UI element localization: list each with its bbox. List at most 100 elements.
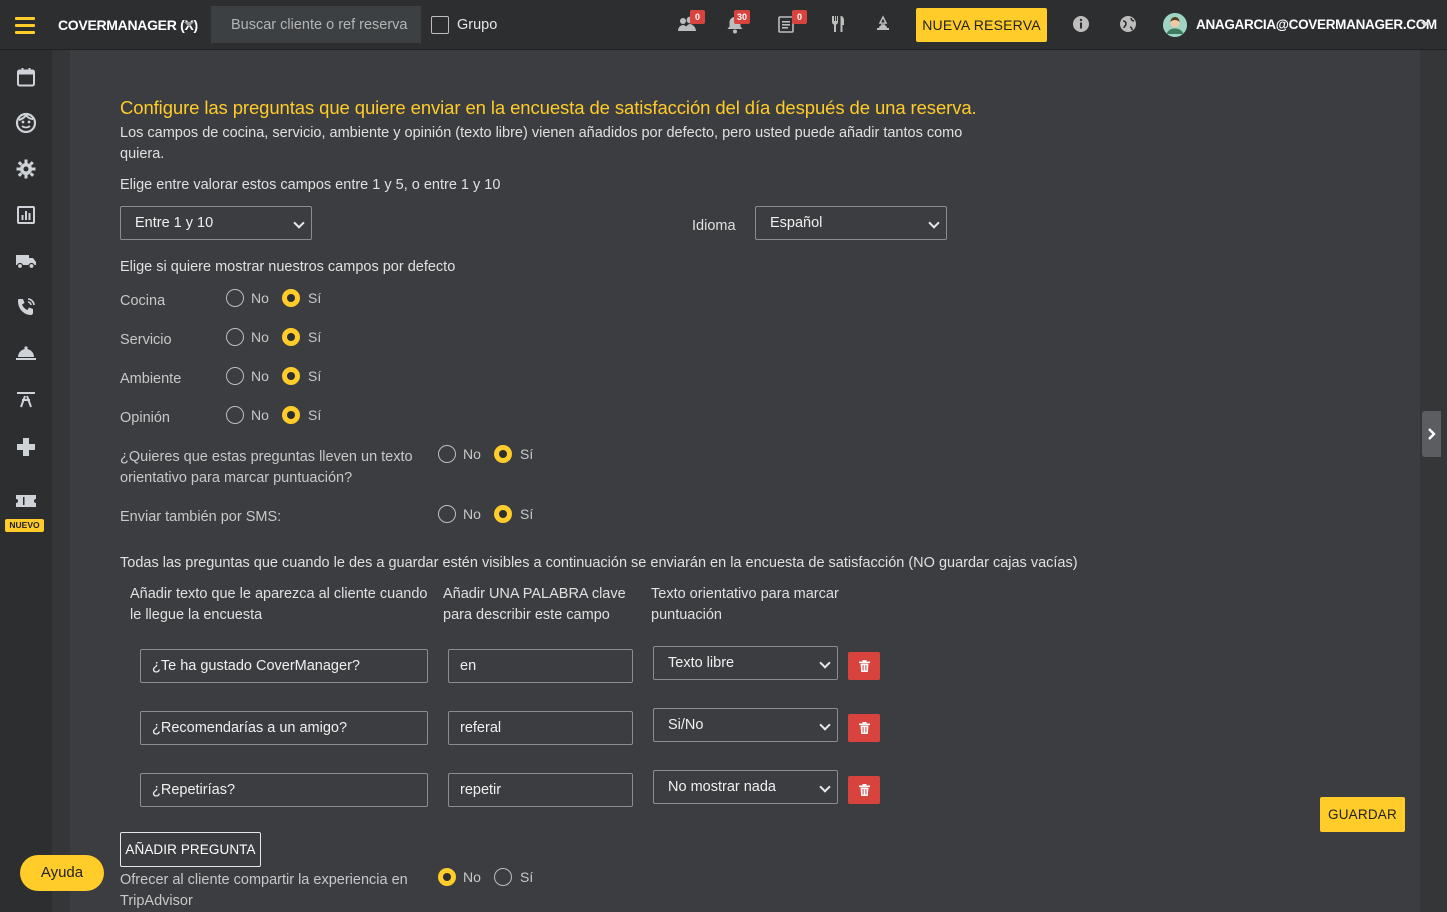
question-hint-select[interactable]: Texto libre — [653, 646, 838, 680]
chevron-down-icon[interactable] — [1421, 22, 1429, 27]
column-header-hint: puntuación — [651, 607, 722, 623]
idioma-select[interactable]: Español — [755, 206, 947, 240]
delete-question-button[interactable] — [848, 776, 880, 804]
si-label: Sí — [308, 290, 322, 306]
ticket-icon[interactable] — [14, 489, 38, 513]
rating-prompt: Elige entre valorar estos campos entre 1… — [120, 177, 501, 193]
opinion-no-radio[interactable] — [226, 406, 244, 424]
chevron-right-icon — [1427, 428, 1436, 440]
tripadvisor-label: TripAdvisor — [120, 893, 193, 909]
globe-icon[interactable] — [1117, 13, 1139, 35]
column-header-hint: Texto orientativo para marcar — [651, 586, 839, 602]
guardar-button[interactable]: GUARDAR — [1320, 797, 1405, 832]
orientative-no-radio[interactable] — [438, 445, 456, 463]
tripadvisor-si-radio[interactable] — [494, 868, 512, 886]
service-bell-icon[interactable] — [872, 13, 894, 35]
question-hint-value: No mostrar nada — [668, 779, 776, 795]
description-line: Los campos de cocina, servicio, ambiente… — [120, 125, 963, 141]
si-label: Sí — [520, 506, 534, 522]
gear-icon[interactable] — [14, 157, 38, 181]
sidebar: NUEVO — [0, 50, 52, 912]
expand-panel-tab[interactable] — [1422, 411, 1441, 457]
servicio-si-radio[interactable] — [282, 328, 300, 346]
no-label: No — [463, 869, 481, 885]
user-avatar[interactable] — [1163, 13, 1187, 37]
si-label: Sí — [308, 329, 322, 345]
question-text-input[interactable]: ¿Recomendarías a un amigo? — [140, 711, 428, 745]
info-icon[interactable] — [1070, 13, 1092, 35]
no-label: No — [251, 368, 269, 384]
column-header-text: le llegue la encuesta — [130, 607, 263, 623]
si-label: Sí — [308, 368, 322, 384]
search-input[interactable] — [211, 6, 421, 43]
grupo-checkbox[interactable] — [431, 16, 449, 34]
reservations-badge: 0 — [792, 10, 807, 24]
bell-icon[interactable]: 30 — [724, 10, 751, 35]
orientative-si-radio[interactable] — [494, 445, 512, 463]
si-label: Sí — [520, 446, 534, 462]
tripadvisor-no-radio[interactable] — [438, 868, 456, 886]
grupo-label: Grupo — [457, 17, 498, 33]
field-label-opinion: Opinión — [120, 410, 170, 426]
delivery-truck-icon[interactable] — [14, 249, 38, 273]
field-label-ambiente: Ambiente — [120, 371, 182, 387]
trash-icon — [858, 722, 870, 734]
menu-icon[interactable] — [0, 0, 50, 50]
notifications-badge: 30 — [734, 10, 751, 24]
top-bar: COVERMANAGER (X) Grupo 0 30 0 NUEVA RESE… — [0, 0, 1447, 50]
question-keyword-input[interactable]: repetir — [448, 773, 633, 807]
restaurant-selector[interactable]: COVERMANAGER (X) — [58, 17, 198, 33]
question-keyword-input[interactable]: en — [448, 649, 633, 683]
nueva-reserva-button[interactable]: NUEVA RESERVA — [916, 8, 1047, 42]
reservations-list-icon[interactable]: 0 — [775, 10, 807, 35]
no-label: No — [251, 290, 269, 306]
chevron-down-icon[interactable] — [184, 22, 194, 27]
cutlery-icon[interactable] — [827, 13, 849, 35]
opinion-si-radio[interactable] — [282, 406, 300, 424]
default-fields-prompt: Elige si quiere mostrar nuestros campos … — [120, 259, 456, 275]
puzzle-icon[interactable] — [14, 435, 38, 459]
sms-si-radio[interactable] — [494, 505, 512, 523]
idioma-label: Idioma — [692, 218, 736, 234]
column-header-keyword: para describir este campo — [443, 607, 610, 623]
customer-face-icon[interactable] — [14, 111, 38, 135]
delete-question-button[interactable] — [848, 652, 880, 680]
calendar-icon[interactable] — [14, 65, 38, 89]
phone-call-icon[interactable] — [14, 295, 38, 319]
no-label: No — [463, 506, 481, 522]
cloche-icon[interactable] — [14, 341, 38, 365]
tripadvisor-label: Ofrecer al cliente compartir la experien… — [120, 872, 408, 888]
ambiente-no-radio[interactable] — [226, 367, 244, 385]
waitlist-icon[interactable]: 0 — [676, 10, 705, 35]
question-text-input[interactable]: ¿Repetirías? — [140, 773, 428, 807]
question-keyword-input[interactable]: referal — [448, 711, 633, 745]
cocina-si-radio[interactable] — [282, 289, 300, 307]
no-label: No — [463, 446, 481, 462]
question-text-input[interactable]: ¿Te ha gustado CoverManager? — [140, 649, 428, 683]
nuevo-badge: NUEVO — [5, 519, 44, 532]
rating-scale-select[interactable]: Entre 1 y 10 — [120, 206, 312, 240]
si-label: Sí — [520, 869, 534, 885]
question-hint-select[interactable]: No mostrar nada — [653, 770, 838, 804]
waitlist-badge: 0 — [690, 10, 705, 24]
chevron-down-icon — [819, 719, 831, 731]
si-label: Sí — [308, 407, 322, 423]
column-header-keyword: Añadir UNA PALABRA clave — [443, 586, 626, 602]
ambiente-si-radio[interactable] — [282, 367, 300, 385]
ayuda-button[interactable]: Ayuda — [20, 855, 104, 891]
servicio-no-radio[interactable] — [226, 328, 244, 346]
anadir-pregunta-button[interactable]: AÑADIR PREGUNTA — [120, 832, 261, 867]
orientative-label: ¿Quieres que estas preguntas lleven un t… — [120, 449, 413, 465]
cocina-no-radio[interactable] — [226, 289, 244, 307]
no-label: No — [251, 407, 269, 423]
stats-chart-icon[interactable] — [14, 203, 38, 227]
sms-no-radio[interactable] — [438, 505, 456, 523]
delete-question-button[interactable] — [848, 714, 880, 742]
sms-label: Enviar también por SMS: — [120, 509, 282, 525]
chevron-down-icon — [819, 781, 831, 793]
table-icon[interactable] — [14, 387, 38, 411]
user-email[interactable]: ANAGARCIA@COVERMANAGER.COM — [1196, 17, 1437, 32]
no-label: No — [251, 329, 269, 345]
page-title: Configure las preguntas que quiere envia… — [120, 97, 977, 118]
question-hint-select[interactable]: Si/No — [653, 708, 838, 742]
